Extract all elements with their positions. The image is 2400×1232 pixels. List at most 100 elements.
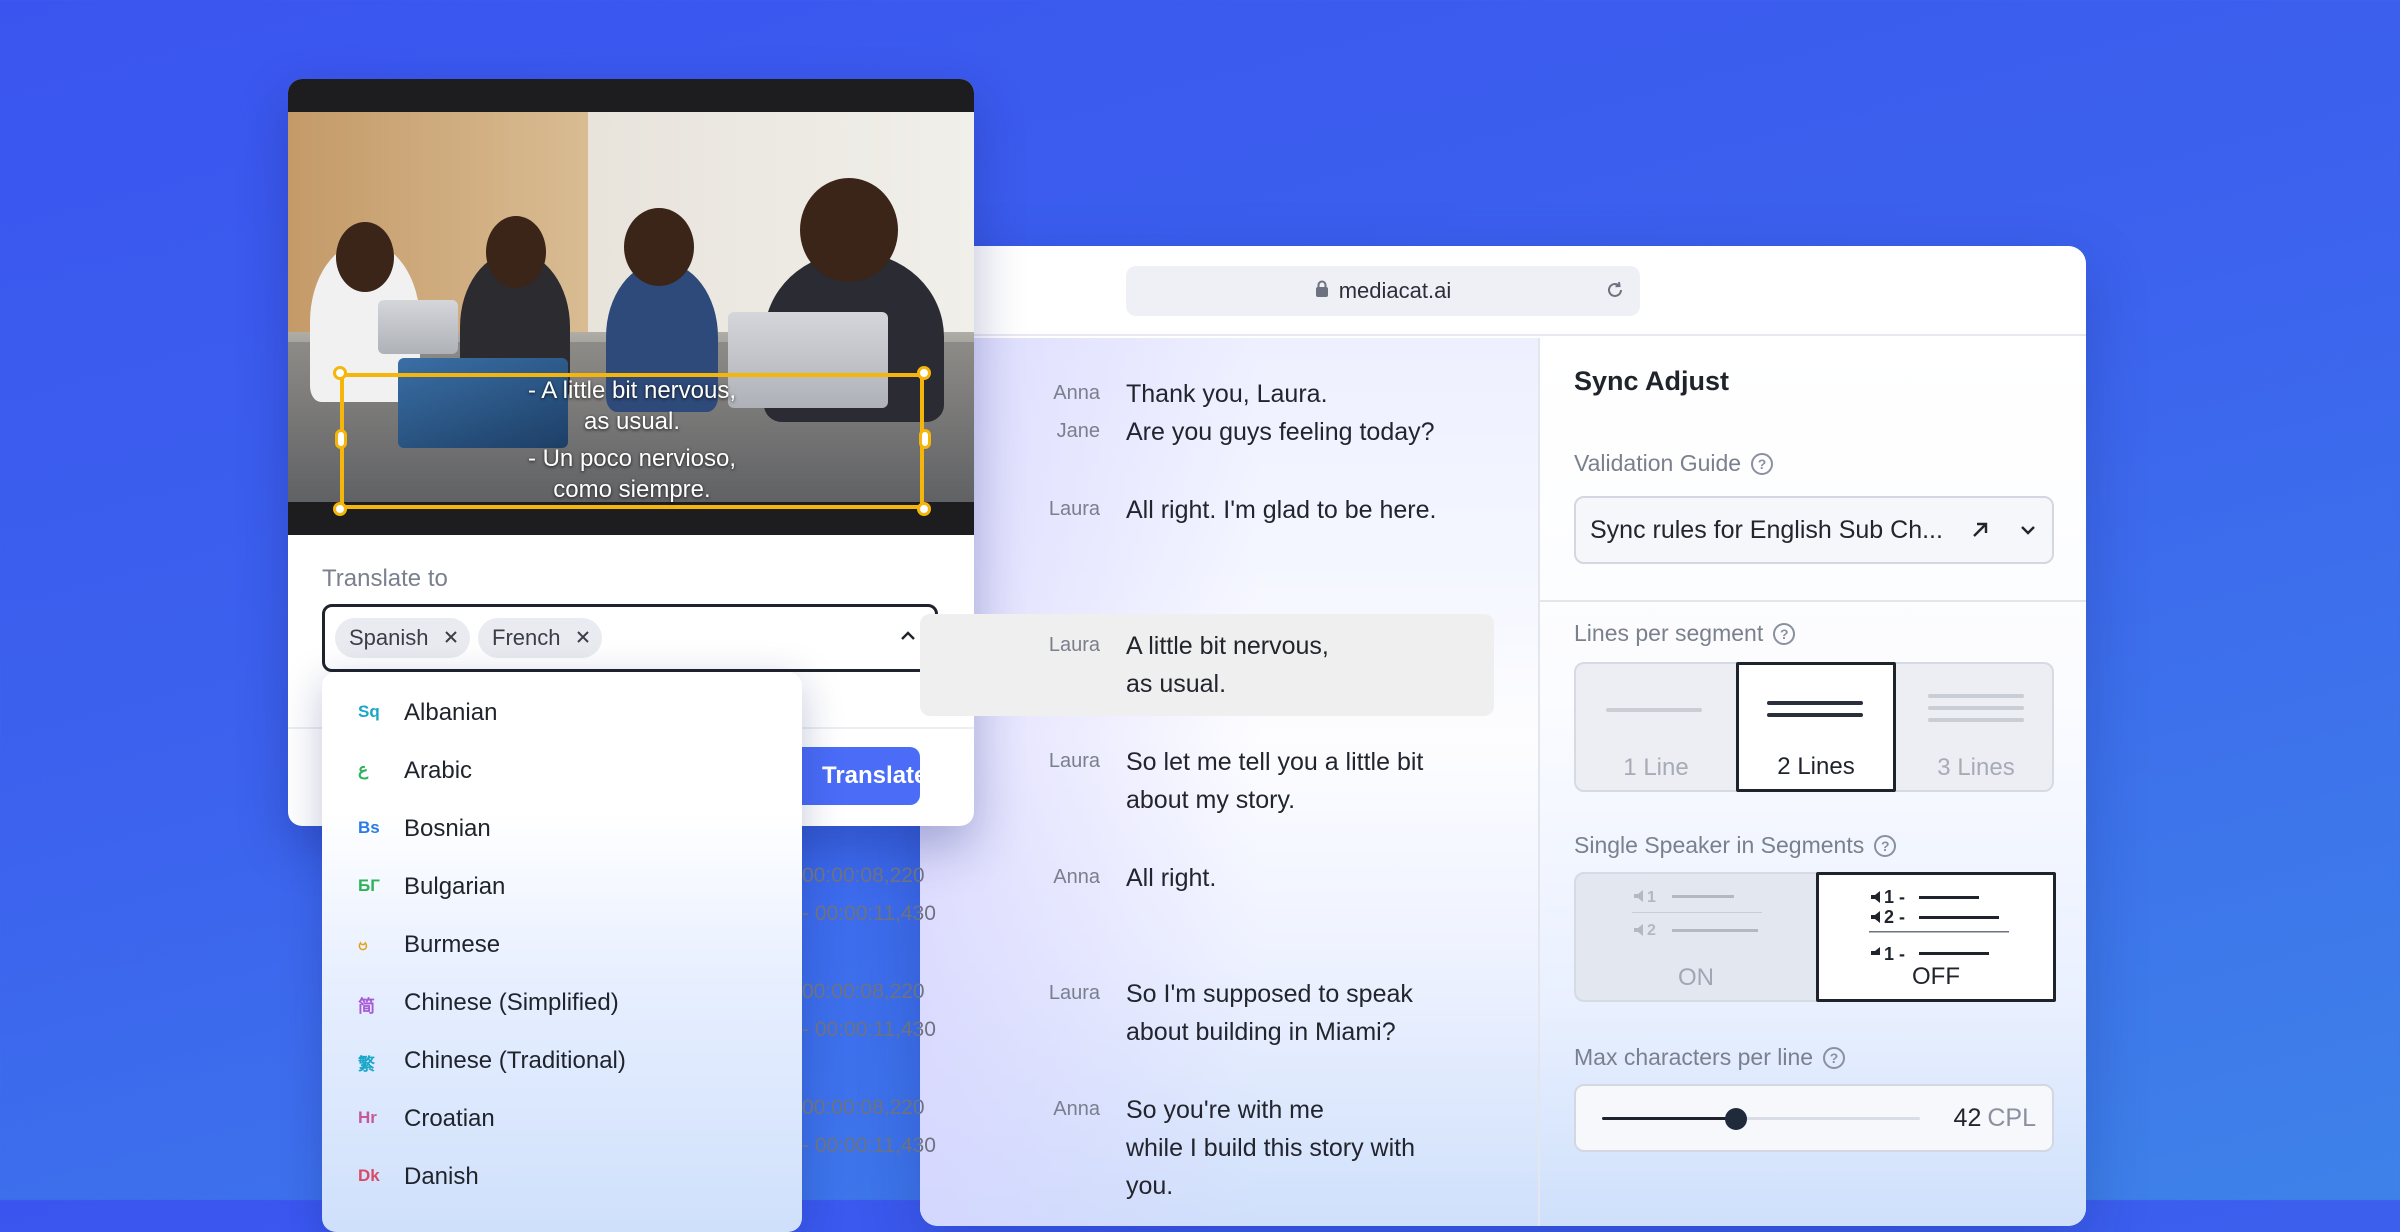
line-glyph-icon xyxy=(1767,713,1863,717)
segment-text[interactable]: about my story. xyxy=(1126,786,1295,815)
timecode-start[interactable]: 00:00:08,220 xyxy=(802,864,925,888)
language-option[interactable]: 简 Chinese (Simplified) xyxy=(322,976,802,1034)
resize-handle[interactable] xyxy=(333,502,347,516)
segment-text[interactable]: Thank you, Laura. xyxy=(1126,380,1328,409)
chip-label: Spanish xyxy=(349,625,429,650)
language-multiselect[interactable]: Spanish French xyxy=(322,604,938,672)
close-icon[interactable] xyxy=(444,618,458,671)
line-glyph-icon xyxy=(1767,701,1863,705)
speaker-number: 1 xyxy=(1647,889,1656,906)
lines-per-segment-text: Lines per segment xyxy=(1574,620,1764,646)
max-characters-slider[interactable]: 42 CPL xyxy=(1574,1084,2054,1152)
language-name: Bosnian xyxy=(404,815,491,842)
subtitle-line: como siempre. xyxy=(553,476,711,503)
address-bar[interactable]: mediacat.ai xyxy=(1126,266,1640,316)
language-code-icon: БГ xyxy=(358,876,380,895)
language-name: Danish xyxy=(404,1163,479,1190)
translate-button[interactable]: Translate xyxy=(784,747,927,805)
segment-text[interactable]: about building in Miami? xyxy=(1126,1018,1396,1047)
transcript-segment[interactable]: Anna All right. xyxy=(920,858,1494,896)
option-label: OFF xyxy=(1819,961,2053,991)
language-option[interactable]: ဗ Burmese xyxy=(322,918,802,976)
scene-head xyxy=(624,208,694,286)
transcript-segment[interactable]: Anna Thank you, Laura. Jane Are you guys f… xyxy=(920,374,1494,450)
option-label: ON xyxy=(1678,964,1714,991)
close-icon[interactable] xyxy=(576,618,590,671)
lines-per-segment-control: 1 Line 2 Lines 3 Lines xyxy=(1574,662,2054,792)
timecode-start[interactable]: 00:00:08,220 xyxy=(802,980,925,1004)
transcript-segment[interactable]: Laura So I'm supposed to speak about buil… xyxy=(920,974,1494,1050)
browser-window: mediacat.ai Anna Thank you, Laura. Jane Ar… xyxy=(920,246,2086,1226)
segment-text[interactable]: while I build this story with xyxy=(1126,1134,1415,1163)
language-option[interactable]: 繁 Chinese (Traditional) xyxy=(322,1034,802,1092)
timecode-end[interactable]: - 00:00:11,430 xyxy=(802,1018,936,1042)
subtitle-line: - A little bit nervous, xyxy=(527,377,737,404)
speaker-label: Jane xyxy=(1056,420,1100,442)
segment-text[interactable]: as usual. xyxy=(1126,670,1226,699)
option-on[interactable]: 1 2 ON xyxy=(1576,874,1816,1000)
segment-text[interactable]: All right. I'm glad to be here. xyxy=(1126,496,1437,525)
transcript-segment[interactable]: Laura All right. I'm glad to be here. xyxy=(920,490,1494,528)
slider-track[interactable] xyxy=(1602,1117,1920,1120)
segment-text[interactable]: So I'm supposed to speak xyxy=(1126,980,1413,1009)
speaker-number: 2 - xyxy=(1884,907,1906,927)
option-3-lines[interactable]: 3 Lines xyxy=(1896,664,2056,790)
scene-head xyxy=(486,216,546,288)
segment-text[interactable]: All right. xyxy=(1126,864,1216,893)
language-code-icon: ဗ xyxy=(358,935,368,954)
language-chip[interactable]: Spanish xyxy=(335,618,470,658)
segment-text[interactable]: So let me tell you a little bit xyxy=(1126,748,1423,777)
help-icon[interactable]: ? xyxy=(1823,1046,1846,1069)
transcript-segment[interactable]: Anna So you're with me while I build this… xyxy=(920,1090,1494,1204)
chevron-down-icon[interactable] xyxy=(2004,524,2052,536)
option-label: 1 Line xyxy=(1623,754,1689,781)
language-name: Arabic xyxy=(404,757,473,784)
language-option[interactable]: Dk Danish xyxy=(322,1150,802,1208)
single-speaker-text: Single Speaker in Segments xyxy=(1574,832,1865,858)
reload-icon[interactable] xyxy=(1604,279,1626,307)
speaker-label: Laura xyxy=(1048,634,1100,656)
external-link-icon[interactable] xyxy=(1956,519,2004,541)
timecode-start[interactable]: 00:00:08,220 xyxy=(802,1096,925,1120)
line-glyph-icon xyxy=(1928,694,2024,698)
url-text: mediacat.ai xyxy=(1338,278,1452,303)
subtitle-line: as usual. xyxy=(583,408,681,435)
language-code-icon: ع xyxy=(358,760,369,779)
slider-fill xyxy=(1602,1117,1736,1120)
segment-text[interactable]: So you're with me xyxy=(1126,1096,1324,1125)
help-icon[interactable]: ? xyxy=(1751,452,1774,475)
transcript-segment-selected[interactable]: Laura A little bit nervous, as usual. xyxy=(920,614,1494,716)
sync-adjust-panel: Sync Adjust Validation Guide ? Sync rule… xyxy=(1540,338,2086,1226)
segment-text[interactable]: Are you guys feeling today? xyxy=(1126,418,1435,447)
line-glyph-icon xyxy=(1928,706,2024,710)
timecode-end[interactable]: - 00:00:11,430 xyxy=(802,1134,936,1158)
chevron-up-icon[interactable] xyxy=(899,629,917,647)
lines-per-segment-label: Lines per segment ? xyxy=(1574,620,1796,647)
segment-text[interactable]: you. xyxy=(1126,1172,1173,1201)
option-2-lines[interactable]: 2 Lines xyxy=(1736,662,1896,792)
help-icon[interactable]: ? xyxy=(1773,622,1796,645)
language-option[interactable]: Bs Bosnian xyxy=(322,802,802,860)
language-option[interactable]: БГ Bulgarian xyxy=(322,860,802,918)
option-1-line[interactable]: 1 Line xyxy=(1576,664,1736,790)
language-code-icon: Bs xyxy=(358,818,380,837)
language-option[interactable]: Hr Croatian xyxy=(322,1092,802,1150)
language-name: Albanian xyxy=(404,699,498,726)
language-dropdown: Sq Albanian ع Arabic Bs Bosnian БГ Bulga… xyxy=(322,672,802,1232)
video-player[interactable]: - A little bit nervous, as usual. - Un p… xyxy=(288,79,974,535)
scene-head xyxy=(336,222,394,292)
speaker-label: Anna xyxy=(1053,382,1100,404)
timecode-end[interactable]: - 00:00:11,430 xyxy=(802,902,936,926)
slider-thumb[interactable] xyxy=(1724,1108,1747,1130)
language-chip[interactable]: French xyxy=(478,618,602,658)
help-icon[interactable]: ? xyxy=(1874,834,1897,857)
validation-guide-select[interactable]: Sync rules for English Sub Ch... xyxy=(1574,496,2054,564)
language-option[interactable]: Sq Albanian xyxy=(322,686,802,744)
option-off[interactable]: 1 - 2 - 1 - OFF xyxy=(1816,872,2056,1002)
speaker-label: Anna xyxy=(1053,1098,1100,1120)
transcript-panel: Anna Thank you, Laura. Jane Are you guys f… xyxy=(920,338,1538,1226)
cpl-readout: 42 CPL xyxy=(1954,1104,2036,1133)
language-option[interactable]: ع Arabic xyxy=(322,744,802,802)
transcript-segment[interactable]: Laura So let me tell you a little bit abo… xyxy=(920,742,1494,818)
segment-text[interactable]: A little bit nervous, xyxy=(1126,632,1329,661)
